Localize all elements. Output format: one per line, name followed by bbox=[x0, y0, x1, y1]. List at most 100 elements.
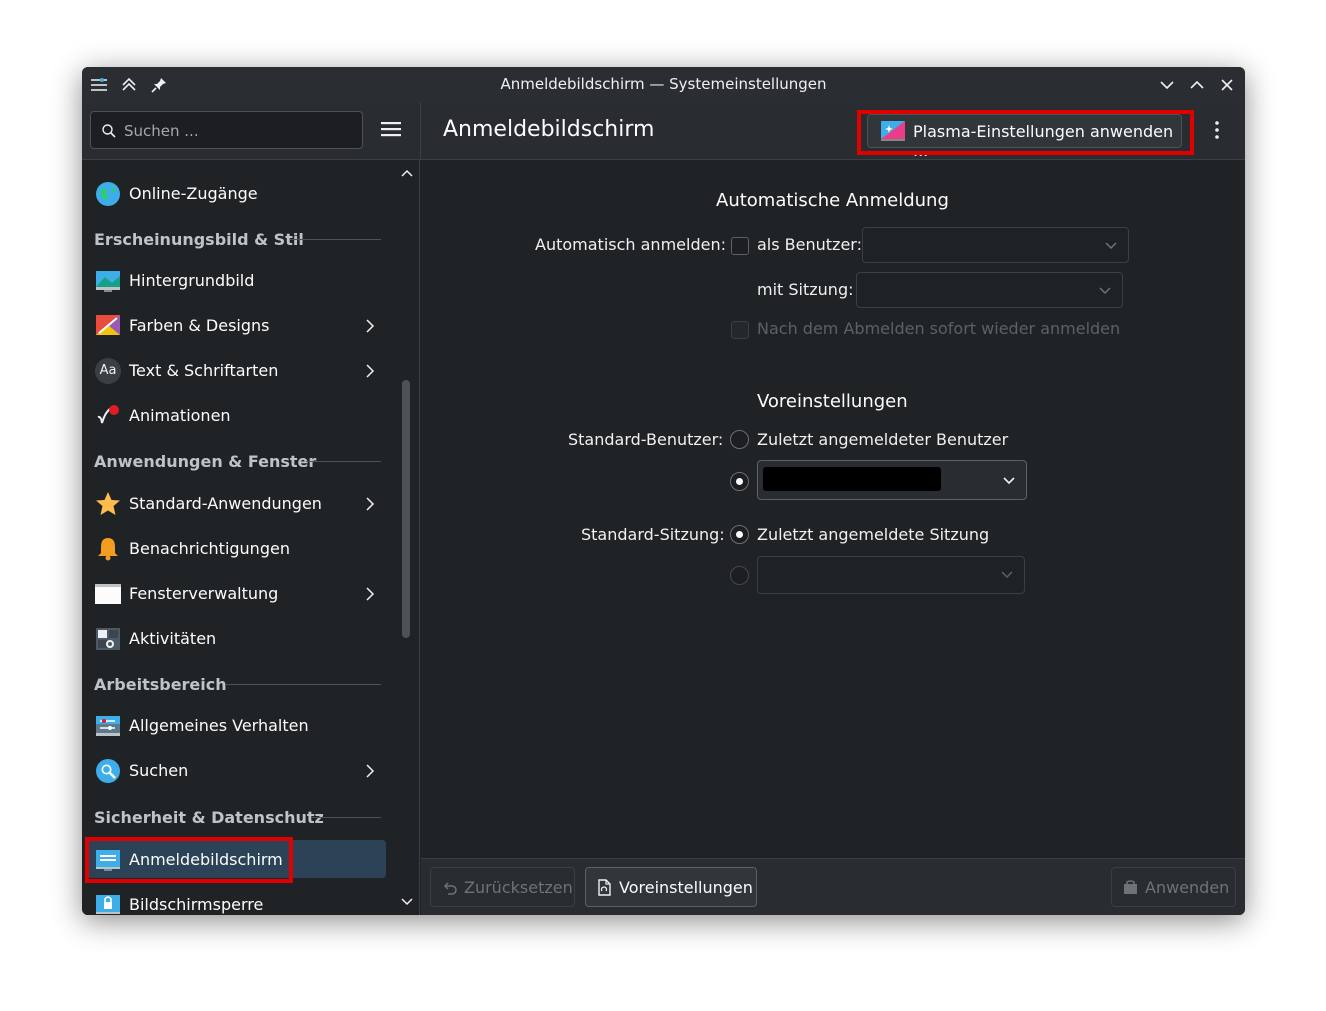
sidebar-item-online-accounts[interactable]: Online-Zugänge bbox=[82, 171, 393, 216]
last-session-label: Zuletzt angemeldete Sitzung bbox=[757, 525, 990, 544]
default-user-label: Standard-Benutzer: bbox=[568, 430, 724, 449]
screen-lock-icon bbox=[96, 895, 120, 914]
sidebar-item-label: Farben & Designs bbox=[129, 316, 270, 335]
autologin-label: Automatisch anmelden: bbox=[535, 235, 726, 254]
general-behavior-icon bbox=[96, 716, 120, 736]
as-user-label: als Benutzer: bbox=[757, 235, 862, 254]
section-heading-security: Sicherheit & Datenschutz bbox=[94, 808, 324, 827]
default-user-combo[interactable] bbox=[757, 460, 1027, 500]
sidebar-item-label: Standard-Anwendungen bbox=[129, 494, 322, 513]
chevron-right-icon bbox=[366, 587, 375, 601]
default-session-combo[interactable] bbox=[757, 556, 1025, 594]
globe-icon bbox=[96, 182, 120, 206]
scrollbar-thumb[interactable] bbox=[402, 380, 410, 638]
chevron-right-icon bbox=[366, 764, 375, 778]
color-palette-icon bbox=[96, 315, 120, 335]
search-icon bbox=[102, 124, 116, 138]
sidebar-item-label: Bildschirmsperre bbox=[129, 895, 264, 914]
sidebar-item-label: Aktivitäten bbox=[129, 629, 217, 648]
chevron-down-icon bbox=[1105, 242, 1117, 250]
search-input[interactable]: Suchen ... bbox=[90, 111, 363, 149]
sidebar-item-label: Online-Zugänge bbox=[129, 184, 258, 203]
specific-session-radio[interactable] bbox=[730, 566, 749, 585]
sidebar-item-general-behavior[interactable]: Allgemeines Verhalten bbox=[82, 703, 393, 748]
section-divider bbox=[306, 461, 381, 462]
login-screen-icon bbox=[96, 850, 120, 871]
star-icon bbox=[96, 492, 120, 515]
last-session-radio[interactable] bbox=[730, 525, 749, 544]
relogin-checkbox[interactable] bbox=[731, 321, 749, 339]
chevron-down-icon bbox=[1001, 571, 1013, 579]
sidebar-item-screen-lock[interactable]: Bildschirmsperre bbox=[82, 882, 393, 915]
minimize-icon[interactable] bbox=[1156, 74, 1178, 96]
sidebar-item-label: Text & Schriftarten bbox=[129, 361, 279, 380]
section-heading-appearance: Erscheinungsbild & Stil bbox=[94, 230, 304, 249]
sidebar-item-default-apps[interactable]: Standard-Anwendungen bbox=[82, 481, 393, 526]
maximize-icon[interactable] bbox=[1186, 74, 1208, 96]
autologin-user-combo[interactable] bbox=[862, 227, 1129, 263]
bell-icon bbox=[98, 538, 118, 561]
reset-button[interactable]: Zurücksetzen bbox=[430, 867, 575, 907]
activities-icon bbox=[96, 628, 120, 650]
window-icon bbox=[95, 584, 121, 604]
autologin-session-combo[interactable] bbox=[856, 272, 1123, 308]
section-divider bbox=[290, 239, 381, 240]
title-bar: Anmeldebildschirm — Systemeinstellungen bbox=[82, 67, 1245, 102]
sidebar-item-notifications[interactable]: Benachrichtigungen bbox=[82, 526, 393, 571]
sidebar-item-label: Hintergrundbild bbox=[129, 271, 255, 290]
sidebar-item-label: Suchen bbox=[129, 761, 189, 780]
apply-icon bbox=[1124, 880, 1137, 894]
sidebar-item-window-management[interactable]: Fensterverwaltung bbox=[82, 571, 393, 616]
sidebar-item-label: Allgemeines Verhalten bbox=[129, 716, 309, 735]
sidebar-item-login-screen[interactable]: Anmeldebildschirm bbox=[82, 837, 393, 882]
with-session-label: mit Sitzung: bbox=[757, 280, 854, 299]
apply-plasma-settings-button[interactable]: Plasma-Einstellungen anwenden ... bbox=[867, 114, 1182, 160]
defaults-label: Voreinstellungen bbox=[619, 878, 753, 897]
section-heading-workspace: Arbeitsbereich bbox=[94, 675, 227, 694]
sidebar-item-label: Benachrichtigungen bbox=[129, 539, 290, 558]
sidebar-item-label: Fensterverwaltung bbox=[129, 584, 279, 603]
plasma-settings-icon bbox=[881, 121, 905, 141]
specific-user-radio[interactable] bbox=[730, 472, 749, 491]
chevron-right-icon bbox=[366, 364, 375, 378]
autologin-section-title: Automatische Anmeldung bbox=[716, 190, 949, 211]
last-user-label: Zuletzt angemeldeter Benutzer bbox=[757, 430, 1009, 449]
chevron-down-icon bbox=[1003, 477, 1015, 485]
reset-label: Zurücksetzen bbox=[464, 878, 573, 897]
sidebar-item-colors-themes[interactable]: Farben & Designs bbox=[82, 303, 393, 348]
main-content: Automatische Anmeldung Automatisch anmel… bbox=[421, 160, 1245, 858]
sidebar: Online-Zugänge Erscheinungsbild & Stil H… bbox=[82, 160, 393, 915]
scroll-down-icon[interactable] bbox=[400, 896, 414, 908]
sidebar-item-search[interactable]: Suchen bbox=[82, 748, 393, 793]
chevron-down-icon bbox=[1099, 287, 1111, 295]
sidebar-item-text-fonts[interactable]: Aa Text & Schriftarten bbox=[82, 348, 393, 393]
wallpaper-icon bbox=[96, 271, 120, 292]
apply-button[interactable]: Anwenden bbox=[1111, 867, 1236, 907]
autologin-checkbox[interactable] bbox=[731, 237, 749, 255]
undo-icon bbox=[443, 882, 457, 895]
section-heading-apps-windows: Anwendungen & Fenster bbox=[94, 452, 317, 471]
sidebar-item-animations[interactable]: Animationen bbox=[82, 393, 393, 438]
close-icon[interactable] bbox=[1216, 74, 1238, 96]
defaults-section-title: Voreinstellungen bbox=[757, 391, 908, 412]
defaults-button[interactable]: Voreinstellungen bbox=[585, 867, 757, 907]
sidebar-item-label: Animationen bbox=[129, 406, 231, 425]
page-title: Anmeldebildschirm bbox=[443, 117, 655, 142]
sidebar-item-wallpaper[interactable]: Hintergrundbild bbox=[82, 258, 393, 303]
section-divider bbox=[312, 817, 381, 818]
sidebar-scrollbar[interactable] bbox=[393, 160, 420, 915]
apply-plasma-settings-label: Plasma-Einstellungen anwenden ... bbox=[913, 122, 1174, 160]
window-title: Anmeldebildschirm — Systemeinstellungen bbox=[500, 75, 827, 93]
section-divider bbox=[225, 684, 381, 685]
relogin-label: Nach dem Abmelden sofort wieder anmelden bbox=[757, 319, 1121, 338]
document-defaults-icon bbox=[598, 879, 611, 896]
toolbar: Suchen ... Anmeldebildschirm Plasma-Eins… bbox=[82, 102, 1245, 160]
sidebar-item-activities[interactable]: Aktivitäten bbox=[82, 616, 393, 661]
footer-bar: Zurücksetzen Voreinstellungen Anwenden bbox=[421, 858, 1245, 915]
scroll-up-icon[interactable] bbox=[400, 167, 414, 179]
sidebar-item-label: Anmeldebildschirm bbox=[129, 850, 283, 869]
more-options-icon[interactable] bbox=[1210, 118, 1224, 142]
hamburger-menu-icon[interactable] bbox=[379, 117, 403, 141]
last-user-radio[interactable] bbox=[730, 430, 749, 449]
animation-icon bbox=[97, 405, 119, 424]
